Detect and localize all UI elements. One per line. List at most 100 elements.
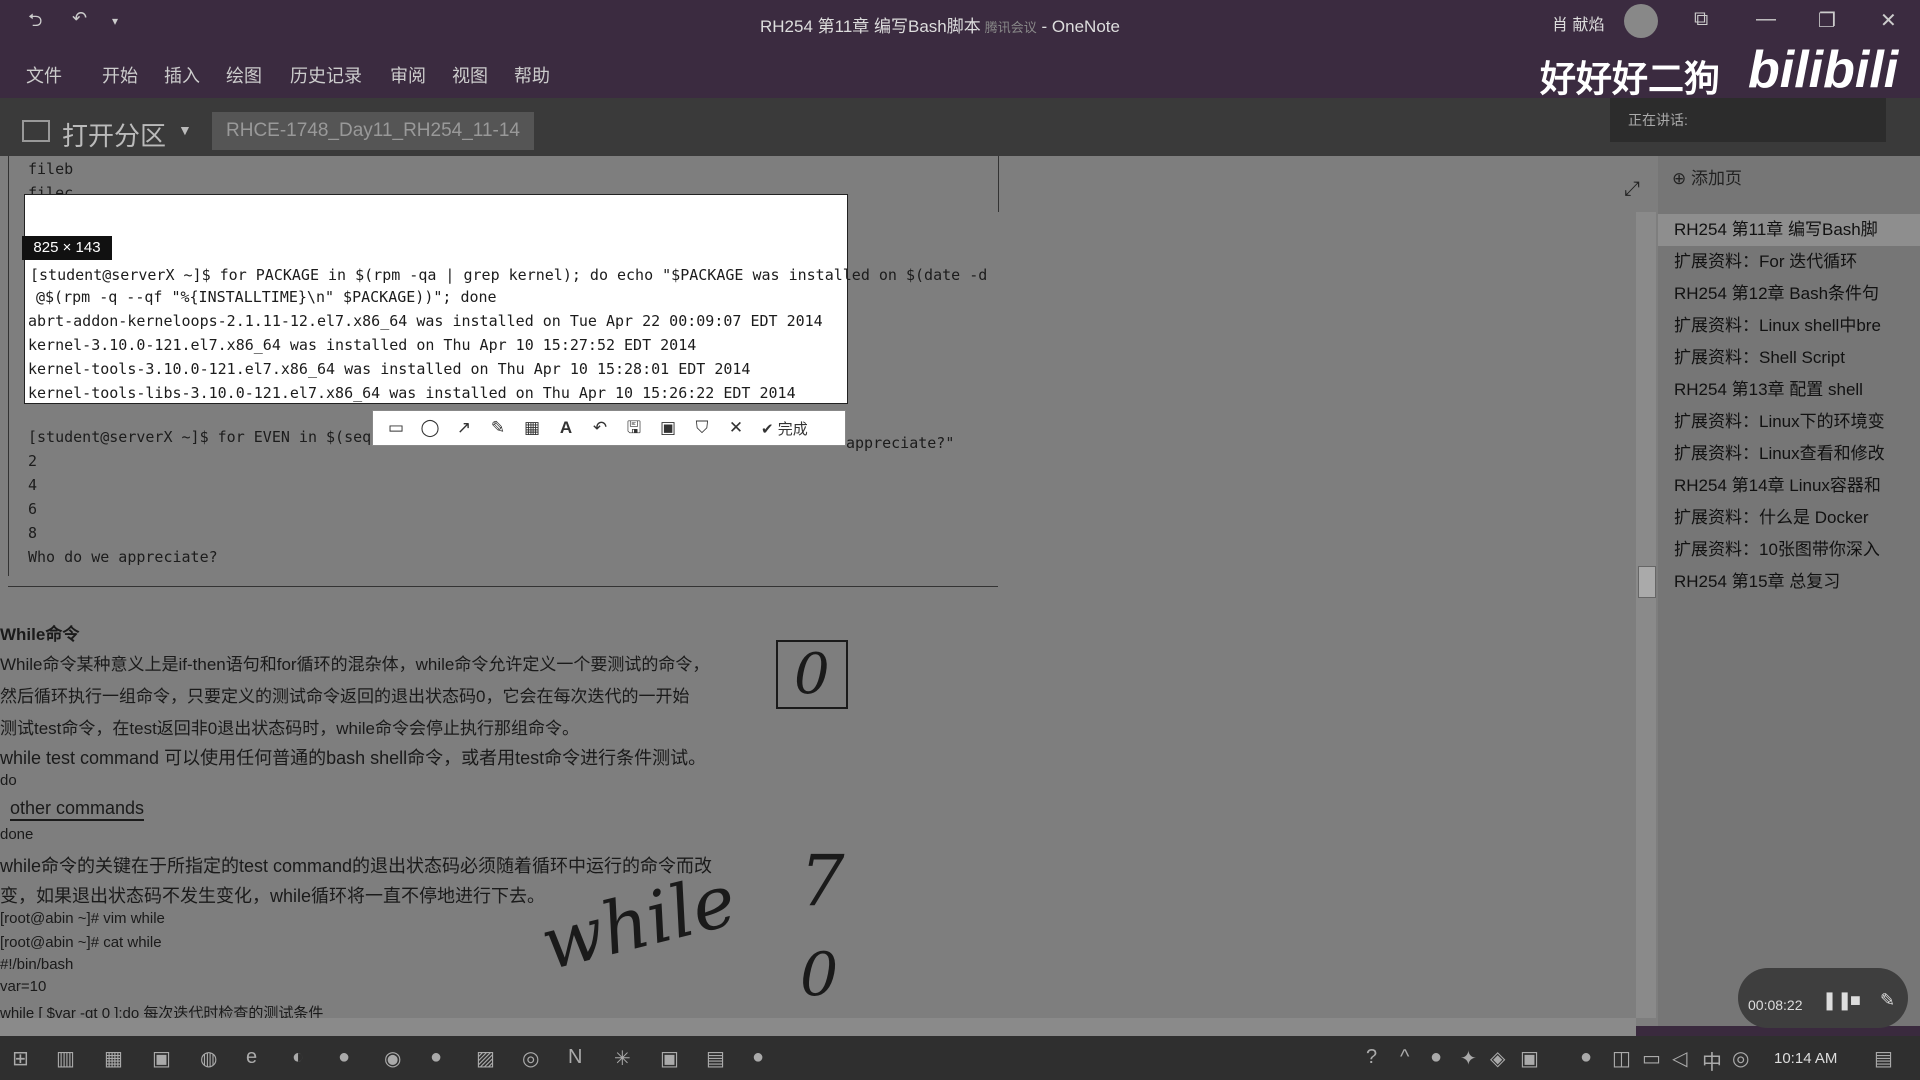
page-item[interactable]: 扩展资料：Shell Script [1658,342,1920,374]
rectangle-icon[interactable]: ▭ [381,413,411,443]
app-icon[interactable]: ● [752,1046,764,1069]
tray-icon[interactable]: ● [1430,1046,1442,1069]
page-item[interactable]: 扩展资料：10张图带你深入 [1658,534,1920,566]
undo-icon[interactable]: ↶ [72,8,87,29]
page-item[interactable]: RH254 第12章 Bash条件句 [1658,278,1920,310]
ink-zero-box: 0 [776,640,848,709]
note-container-border [998,156,999,212]
onenote-icon[interactable]: N [568,1046,582,1069]
bookmark-icon[interactable]: ⛉ [687,413,717,443]
meeting-speaking-indicator: 正在讲话: [1610,98,1886,142]
network-icon[interactable]: ◫ [1612,1046,1631,1071]
quick-access-caret-icon[interactable]: ▾ [112,14,118,28]
edit-icon[interactable]: ✎ [1880,990,1895,1011]
arrow-icon[interactable]: ↗ [449,413,479,443]
horizontal-scrollbar[interactable] [0,1018,1636,1036]
recording-time: 00:08:22 [1748,997,1803,1013]
text-icon[interactable]: A [551,413,581,443]
undo-icon[interactable]: ↶ [585,413,615,443]
note-line: appreciate?" [846,434,955,452]
help-icon[interactable]: ? [1366,1046,1377,1069]
vertical-scrollbar[interactable] [1636,212,1656,1018]
page-item[interactable]: RH254 第13章 配置 shell [1658,374,1920,406]
tray-up-icon[interactable]: ^ [1400,1046,1409,1069]
back-icon[interactable]: ⮌ [28,8,42,38]
stop-icon[interactable]: ■ [1850,990,1861,1011]
menu-home[interactable]: 开始 [102,62,138,88]
taskbar-clock[interactable]: 10:14 AM [1774,1050,1837,1067]
menu-view[interactable]: 视图 [452,62,488,88]
scrollbar-thumb[interactable] [1638,566,1656,598]
add-page-button[interactable]: ⊕ 添加页 [1672,164,1742,189]
volume-icon[interactable]: ◁ [1672,1046,1687,1071]
taskbar [0,1036,1920,1080]
title-bar: ⮌ ↶ ▾ RH254 第11章 编写Bash脚本 腾讯会议 - OneNote … [0,0,1920,42]
notebook-label[interactable]: 打开分区 [62,116,166,153]
page-item[interactable]: 扩展资料：Linux查看和修改 [1658,438,1920,470]
task-view-icon[interactable]: ▥ [56,1046,75,1071]
mosaic-icon[interactable]: ▦ [517,413,547,443]
ime-icon[interactable]: 中 [1702,1046,1722,1075]
mic-icon[interactable]: ● [1580,1046,1592,1069]
expand-icon[interactable]: ⤢ [1624,178,1640,201]
app-icon[interactable]: ◍ [200,1046,217,1071]
syntax-line: done [0,826,34,843]
syntax-line: do [0,772,17,789]
pen-icon[interactable]: ✎ [483,413,513,443]
done-button[interactable]: ✔ 完成 [761,418,808,439]
notebook-icon[interactable] [22,120,50,142]
app-icon[interactable]: ▨ [476,1046,495,1071]
user-name[interactable]: 肖 献焰 [1552,11,1604,35]
menu-draw[interactable]: 绘图 [226,62,262,88]
chrome-icon[interactable]: ◉ [384,1046,401,1071]
page-item[interactable]: 扩展资料：For 迭代循环 [1658,246,1920,278]
tray-icon[interactable]: ◈ [1490,1046,1505,1071]
capture-line: kernel-3.10.0-121.el7.x86_64 was install… [28,336,697,354]
page-item[interactable]: 扩展资料：Linux shell中bre [1658,310,1920,342]
tray-icon[interactable]: ▣ [1520,1046,1539,1071]
page-item[interactable]: 扩展资料：Linux下的环境变 [1658,406,1920,438]
save-icon[interactable]: 🖫 [619,413,649,443]
page-item[interactable]: 扩展资料：什么是 Docker [1658,502,1920,534]
restore-button[interactable]: ❐ [1818,8,1836,33]
app-icon[interactable]: ◐ [292,1046,304,1069]
ink-zero: 0 [800,940,839,1010]
syntax-line: other commands [10,798,145,821]
pin-icon[interactable]: ▣ [653,413,683,443]
app-icon[interactable]: ● [338,1046,350,1069]
app-icon[interactable]: ▣ [660,1046,679,1071]
edge-icon[interactable]: e [246,1046,257,1069]
tray-icon[interactable]: ✦ [1460,1046,1477,1071]
close-button[interactable]: ✕ [1880,8,1897,33]
app-icon[interactable]: ▦ [104,1046,123,1071]
menu-review[interactable]: 审阅 [390,62,426,88]
app-icon[interactable]: ◎ [522,1046,539,1071]
menu-insert[interactable]: 插入 [164,62,200,88]
cancel-icon[interactable]: ✕ [721,413,751,443]
capture-line: [student@serverX ~]$ for PACKAGE in $(rp… [30,266,988,284]
avatar[interactable] [1624,4,1658,38]
page-item[interactable]: RH254 第11章 编写Bash脚 [1658,214,1920,246]
app-icon[interactable]: ✳ [614,1046,631,1071]
shell-line: [root@abin ~]# cat while [0,934,162,951]
section-tab[interactable]: RHCE-1748_Day11_RH254_11-14 [212,112,534,150]
ellipse-icon[interactable]: ◯ [415,413,445,443]
page-item[interactable]: RH254 第14章 Linux容器和 [1658,470,1920,502]
pause-icon[interactable]: ❚❚ [1822,990,1852,1011]
capture-dimensions-label: 825 × 143 [22,236,112,260]
menu-help[interactable]: 帮助 [514,62,550,88]
app-icon[interactable]: ▣ [152,1046,171,1071]
display-icon[interactable]: ▭ [1642,1046,1661,1071]
menu-file[interactable]: 文件 [26,62,62,88]
notebook-caret-icon[interactable]: ▼ [178,122,192,138]
app-icon[interactable]: ▤ [706,1046,725,1071]
ribbon-display-icon[interactable]: ⧉ [1694,8,1708,31]
menu-history[interactable]: 历史记录 [290,62,362,88]
minimize-button[interactable]: — [1756,8,1776,31]
start-icon[interactable]: ⊞ [12,1046,29,1071]
window-title: RH254 第11章 编写Bash脚本 腾讯会议 - OneNote [760,17,1120,36]
notifications-icon[interactable]: ▤ [1874,1046,1893,1071]
page-item[interactable]: RH254 第15章 总复习 [1658,566,1920,598]
tray-icon[interactable]: ◎ [1732,1046,1749,1071]
app-icon[interactable]: ● [430,1046,442,1069]
